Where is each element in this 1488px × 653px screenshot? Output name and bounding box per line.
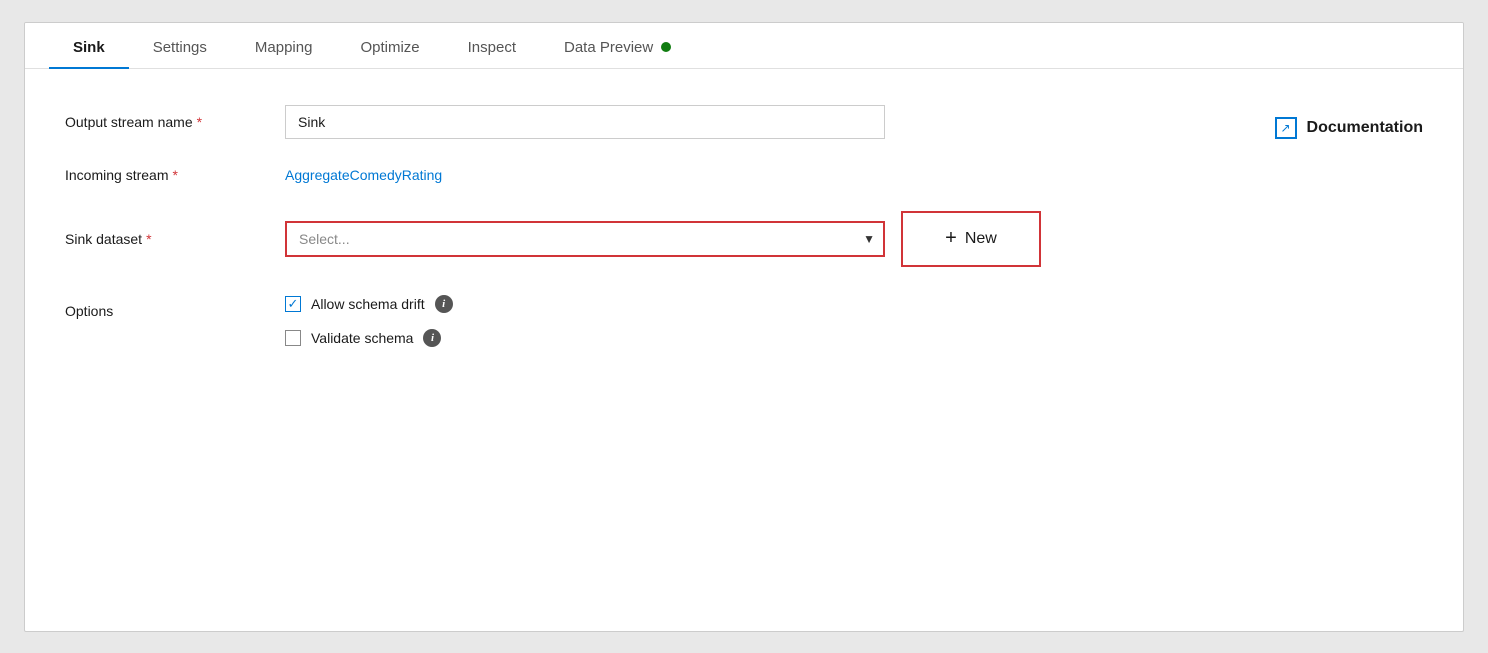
sink-dataset-select[interactable]: Select... xyxy=(285,221,885,257)
new-button-label: New xyxy=(965,230,997,248)
incoming-stream-link[interactable]: AggregateComedyRating xyxy=(285,167,442,183)
output-stream-value xyxy=(285,105,885,139)
allow-schema-drift-row: ✓ Allow schema drift i xyxy=(285,295,1165,313)
incoming-stream-label: Incoming stream * xyxy=(65,167,285,183)
content-area: Output stream name * ↗ Documentation Inc… xyxy=(25,69,1463,387)
required-star-sink: * xyxy=(146,231,151,247)
validate-schema-row: Validate schema i xyxy=(285,329,1165,347)
allow-schema-drift-checkbox[interactable]: ✓ xyxy=(285,296,301,312)
validate-schema-label: Validate schema xyxy=(311,330,413,346)
output-stream-row: Output stream name * xyxy=(65,105,885,139)
sink-dataset-label: Sink dataset * xyxy=(65,231,285,247)
required-star-incoming: * xyxy=(172,167,177,183)
validate-schema-checkbox[interactable] xyxy=(285,330,301,346)
tab-bar: Sink Settings Mapping Optimize Inspect D… xyxy=(25,23,1463,69)
main-panel: Sink Settings Mapping Optimize Inspect D… xyxy=(24,22,1464,632)
top-row: Output stream name * ↗ Documentation xyxy=(65,105,1423,139)
tab-mapping[interactable]: Mapping xyxy=(231,23,337,68)
output-stream-name-input[interactable] xyxy=(285,105,885,139)
data-preview-status-dot xyxy=(661,42,671,52)
allow-schema-drift-label: Allow schema drift xyxy=(311,296,425,312)
output-stream-label: Output stream name * xyxy=(65,114,285,130)
tab-data-preview[interactable]: Data Preview xyxy=(540,23,695,68)
new-button[interactable]: + New xyxy=(901,211,1041,267)
sink-dataset-select-wrapper: Select... ▼ xyxy=(285,221,885,257)
arrow-icon: ↗ xyxy=(1281,122,1291,134)
checkmark-icon: ✓ xyxy=(288,297,299,310)
documentation-label: Documentation xyxy=(1307,119,1423,137)
form-grid: Incoming stream * AggregateComedyRating … xyxy=(65,167,1165,347)
validate-schema-info-icon[interactable]: i xyxy=(423,329,441,347)
tab-settings[interactable]: Settings xyxy=(129,23,231,68)
options-content: ✓ Allow schema drift i Validate schema i xyxy=(285,295,1165,347)
options-label: Options xyxy=(65,295,285,319)
required-star-output: * xyxy=(197,114,202,130)
tab-inspect[interactable]: Inspect xyxy=(444,23,540,68)
new-button-plus: + xyxy=(945,227,957,250)
allow-schema-drift-info-icon[interactable]: i xyxy=(435,295,453,313)
incoming-stream-value: AggregateComedyRating xyxy=(285,167,1165,183)
tab-optimize[interactable]: Optimize xyxy=(336,23,443,68)
sink-dataset-row: Select... ▼ + New xyxy=(285,211,1165,267)
documentation-link[interactable]: ↗ Documentation xyxy=(1275,113,1423,139)
external-link-icon: ↗ xyxy=(1275,117,1297,139)
tab-sink[interactable]: Sink xyxy=(49,23,129,68)
